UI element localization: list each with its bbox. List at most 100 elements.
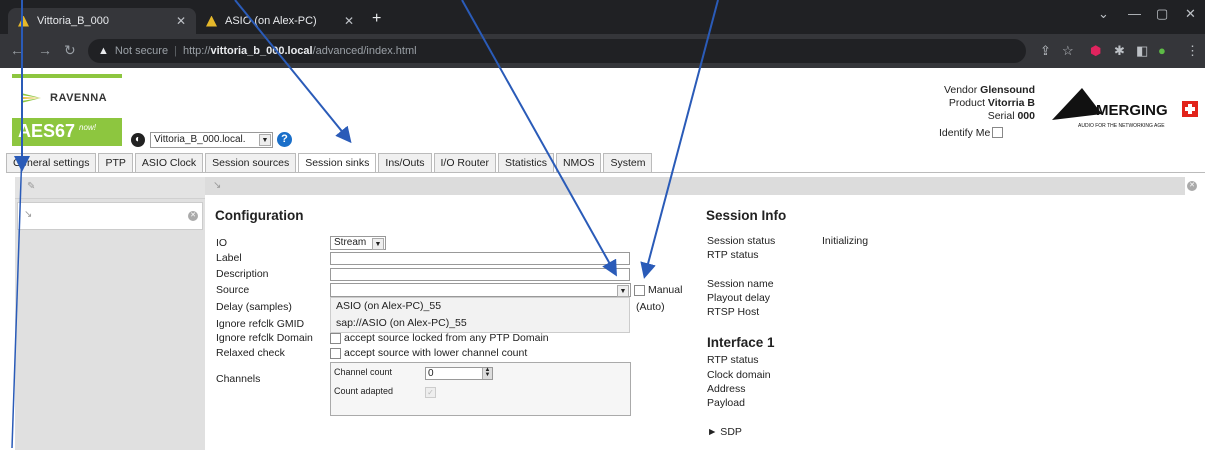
address-label: Address: [707, 383, 746, 395]
url-scheme: http://: [182, 45, 211, 57]
bookmark-star-icon[interactable]: ☆: [1062, 43, 1074, 59]
description-field[interactable]: [330, 268, 630, 281]
relaxed-check-label: Relaxed check: [216, 347, 285, 359]
channels-box: Channel count 0 ▲ ▼ Count adapted ✓: [330, 362, 631, 416]
dropdown-arrow-icon: ▼: [372, 238, 384, 250]
payload-label: Payload: [707, 397, 745, 409]
ravenna-favicon-icon: [18, 15, 29, 27]
ublock-icon[interactable]: ⬢: [1090, 43, 1101, 59]
manual-checkbox[interactable]: [634, 285, 645, 296]
tab-system[interactable]: System: [603, 153, 653, 173]
playout-delay-label: Playout delay: [707, 292, 771, 304]
reload-icon[interactable]: ↻: [64, 42, 76, 59]
menu-icon[interactable]: ⋮: [1186, 43, 1199, 59]
chevron-down-icon[interactable]: ⌄: [1098, 6, 1109, 22]
address-bar[interactable]: ▲ Not secure | http:// vittoria_b_000.lo…: [88, 39, 1026, 63]
browser-tab-vittoria[interactable]: Vittoria_B_000 ✕: [8, 8, 196, 34]
browser-toolbar: ← → ↻ ▲ Not secure | http:// vittoria_b_…: [0, 34, 1205, 68]
tab-statistics[interactable]: Statistics: [497, 153, 554, 173]
source-option[interactable]: sap://ASIO (on Alex-PC)_55: [331, 315, 629, 332]
source-select[interactable]: ▼: [330, 283, 631, 297]
manual-label: Manual: [648, 284, 683, 296]
if-rtp-status-label: RTP status: [707, 354, 759, 366]
tab-general-settings[interactable]: General settings: [6, 153, 97, 173]
tab-ins-outs[interactable]: Ins/Outs: [378, 153, 432, 173]
tab-session-sources[interactable]: Session sources: [205, 153, 297, 173]
identify-me[interactable]: Identify Me: [939, 127, 1004, 139]
io-select[interactable]: Stream ▼: [330, 236, 386, 250]
session-info-title: Session Info: [706, 208, 787, 223]
sdp-toggle[interactable]: ► SDP: [707, 426, 742, 438]
close-icon[interactable]: ✕: [176, 14, 186, 28]
rtsp-host-label: RTSP Host: [707, 306, 760, 318]
dropdown-arrow-icon[interactable]: ▼: [617, 285, 629, 297]
close-panel-icon[interactable]: ✕: [1187, 181, 1197, 191]
remove-icon[interactable]: ✕: [188, 211, 198, 221]
ignore-domain-label: Ignore refclk Domain: [216, 332, 313, 344]
tab-io-router[interactable]: I/O Router: [433, 153, 496, 173]
identify-label: Identify Me: [939, 127, 991, 139]
device-select-value: Vittoria_B_000.local.: [154, 134, 246, 145]
sink-list-panel: ✎ ↘ ✕: [15, 177, 205, 450]
source-label: Source: [216, 284, 250, 296]
channel-count-stepper[interactable]: 0 ▲ ▼: [425, 367, 493, 380]
help-icon[interactable]: ?: [277, 132, 292, 147]
ravenna-mark-icon: [21, 93, 41, 103]
product-value: Vitorria B: [987, 97, 1035, 109]
url-host: vittoria_b_000.local: [210, 45, 313, 57]
tab-title: ASIO (on Alex-PC): [225, 15, 317, 27]
forward-icon[interactable]: →: [38, 42, 52, 58]
label-field[interactable]: [330, 252, 630, 265]
relaxed-check-text: accept source with lower channel count: [344, 347, 528, 359]
section-tabs: General settings PTP ASIO Clock Session …: [6, 153, 654, 173]
merging-tagline-text: AUDIO FOR THE NETWORKING AGE: [1078, 123, 1165, 129]
close-icon[interactable]: ✕: [344, 14, 354, 28]
unpin-icon: ↘: [213, 180, 222, 191]
close-window-icon[interactable]: ✕: [1185, 6, 1196, 22]
browser-tab-asio[interactable]: ASIO (on Alex-PC) ✕: [196, 8, 364, 34]
spinner-arrows-icon[interactable]: ▲ ▼: [482, 367, 492, 379]
profile-icon[interactable]: ●: [1158, 43, 1166, 58]
warning-icon: ▲: [98, 45, 109, 57]
tab-session-sinks[interactable]: Session sinks: [298, 153, 377, 173]
share-icon[interactable]: ⇪: [1040, 43, 1051, 59]
source-option[interactable]: ASIO (on Alex-PC)_55: [331, 298, 629, 315]
identify-checkbox[interactable]: [992, 127, 1004, 138]
globe-icon: ◐: [131, 133, 145, 147]
channel-count-label: Channel count: [334, 367, 393, 377]
interface-title: Interface 1: [707, 335, 775, 350]
screen: Vittoria_B_000 ✕ ASIO (on Alex-PC) ✕ + ⌄…: [0, 0, 1205, 450]
session-name-label: Session name: [707, 278, 774, 290]
label-label: Label: [216, 252, 242, 264]
tab-nmos[interactable]: NMOS: [555, 153, 602, 173]
session-status-value: Initializing: [822, 235, 869, 247]
browser-tab-bar: Vittoria_B_000 ✕ ASIO (on Alex-PC) ✕ + ⌄…: [0, 0, 1205, 34]
count-adapted-checkbox: ✓: [425, 387, 436, 398]
relaxed-check-checkbox[interactable]: [330, 348, 341, 359]
tab-asio-clock[interactable]: ASIO Clock: [134, 153, 204, 173]
device-select[interactable]: Vittoria_B_000.local. ▼: [150, 132, 273, 148]
list-item[interactable]: ↘ ✕: [17, 202, 203, 230]
rtp-status-label: RTP status: [707, 249, 759, 261]
side-panel-icon[interactable]: ◧: [1136, 43, 1148, 59]
merging-brand-text: MERGING: [1096, 102, 1168, 119]
channels-label: Channels: [216, 373, 261, 385]
vendor-value: Glensound: [980, 84, 1035, 96]
clock-domain-label: Clock domain: [707, 369, 771, 381]
serial-label: Serial: [987, 110, 1015, 122]
pin-icon[interactable]: ✎: [27, 181, 35, 192]
device-info: Vendor Glensound Product Vitorria B Seri…: [944, 84, 1035, 123]
ignore-domain-checkbox[interactable]: [330, 333, 341, 344]
security-label: Not secure: [114, 45, 169, 57]
content-header-bar: ↘: [205, 177, 1185, 195]
extensions-icon[interactable]: ✱: [1114, 43, 1125, 59]
new-tab-icon[interactable]: +: [372, 10, 381, 28]
minimize-icon[interactable]: —: [1128, 6, 1141, 21]
ignore-gmid-label: Ignore refclk GMID: [216, 318, 305, 330]
maximize-icon[interactable]: ▢: [1156, 6, 1168, 22]
source-dropdown-list: ASIO (on Alex-PC)_55 sap://ASIO (on Alex…: [330, 297, 630, 333]
back-icon[interactable]: ←: [10, 42, 24, 58]
ignore-domain-text: accept source locked from any PTP Domain: [344, 332, 549, 344]
tab-ptp[interactable]: PTP: [98, 153, 133, 173]
unpin-icon: ↘: [24, 209, 33, 220]
